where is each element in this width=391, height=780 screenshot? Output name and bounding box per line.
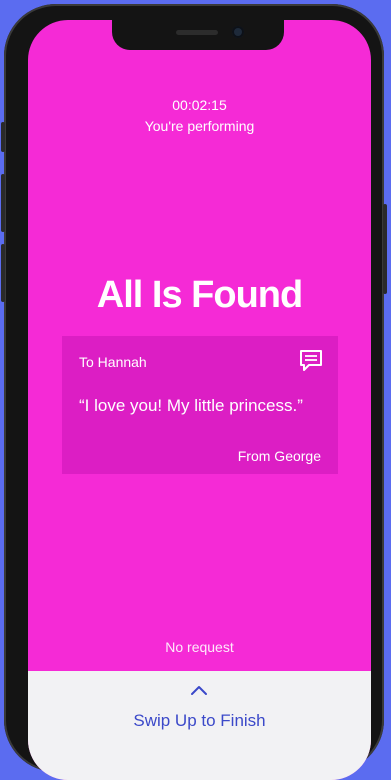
message-icon[interactable]: [298, 348, 324, 374]
phone-frame: 00:02:15 You're performing All Is Found …: [1, 4, 387, 780]
swipe-up-panel[interactable]: Swip Up to Finish: [28, 671, 371, 780]
dedication-message: “I love you! My little princess.”: [79, 396, 303, 415]
performance-status: You're performing: [144, 118, 255, 134]
side-button-left-3: [1, 244, 5, 302]
chevron-up-icon: [191, 686, 207, 695]
dedication-recipient: To Hannah: [79, 354, 147, 370]
dedication-sender: From George: [237, 448, 321, 464]
side-button-left-2: [1, 174, 5, 232]
screen: 00:02:15 You're performing All Is Found …: [28, 20, 371, 780]
side-button-right: [383, 204, 387, 294]
swipe-up-label[interactable]: Swip Up to Finish: [28, 711, 371, 731]
front-camera: [232, 26, 244, 38]
request-status: No request: [165, 639, 234, 655]
performance-timer: 00:02:15: [172, 97, 227, 113]
notch: [112, 20, 284, 50]
dedication-card: To Hannah “I love you! My little princes…: [62, 336, 338, 474]
speaker: [176, 30, 218, 35]
song-title: All Is Found: [96, 274, 303, 316]
side-button-left-1: [1, 122, 5, 152]
